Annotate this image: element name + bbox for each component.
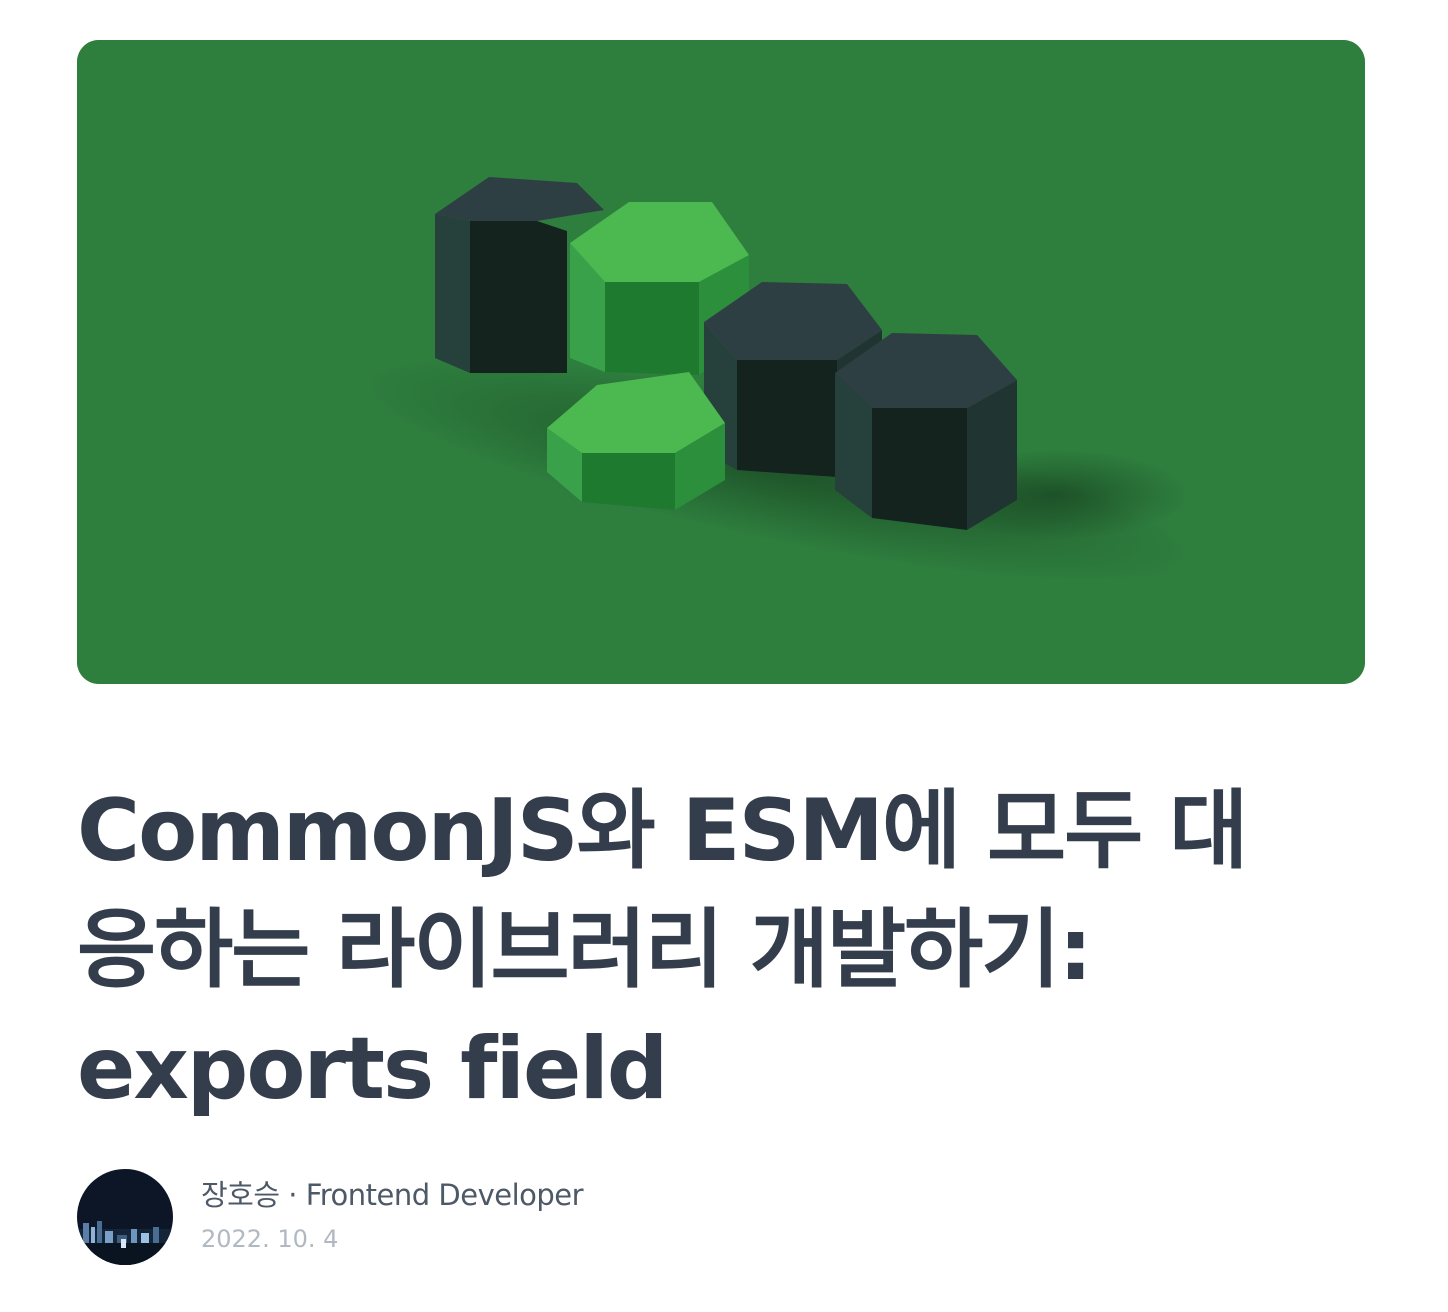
author-meta: 장호승 · Frontend Developer 2022. 10. 4 <box>201 1175 584 1259</box>
author-name: 장호승 <box>201 1178 280 1212</box>
author-line: 장호승 · Frontend Developer <box>201 1175 584 1215</box>
article-title: CommonJS와 ESM에 모두 대응하는 라이브러리 개발하기: expor… <box>77 781 1248 1119</box>
dark-hexagon-block <box>835 333 1017 530</box>
author-avatar[interactable] <box>77 1169 173 1265</box>
author-role: Frontend Developer <box>305 1178 584 1212</box>
hero-image <box>77 40 1365 684</box>
publish-date: 2022. 10. 4 <box>201 1225 339 1253</box>
meta-separator: · <box>288 1178 297 1212</box>
author-info: 장호승 · Frontend Developer 2022. 10. 4 <box>77 1168 584 1266</box>
